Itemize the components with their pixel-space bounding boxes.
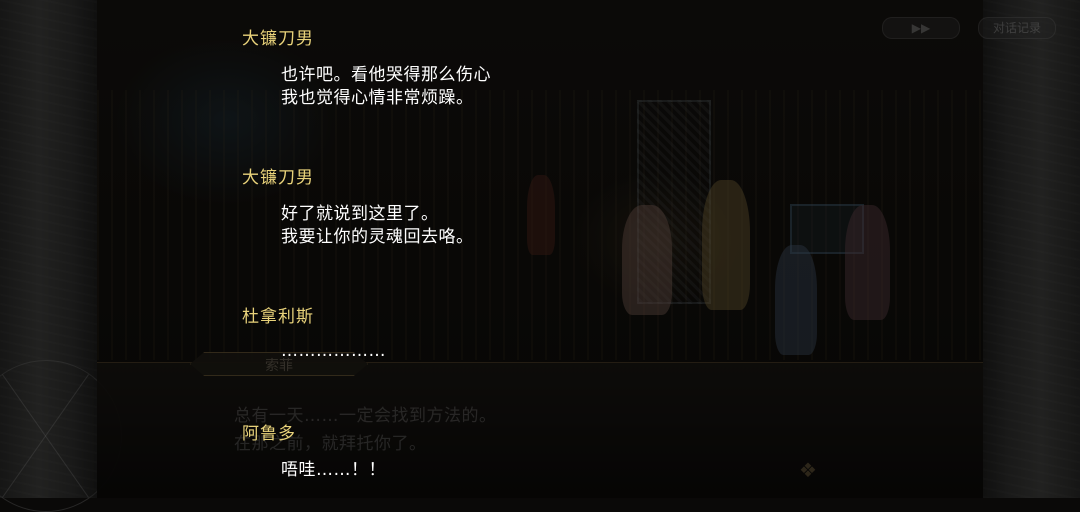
log-entry-speaker: 大镰刀男	[242, 29, 314, 49]
log-entry-text: 好了就说到这里了。 我要让你的灵魂回去咯。	[281, 204, 474, 247]
log-entry-text: ………………	[281, 341, 386, 361]
dialog-log-list[interactable]: 大镰刀男 也许吧。看他哭得那么伤心 我也觉得心情非常烦躁。 大镰刀男 好了就说到…	[0, 0, 1080, 498]
log-entry-speaker: 杜拿利斯	[242, 307, 314, 327]
log-entry-speaker: 阿鲁多	[242, 424, 296, 444]
log-entry-speaker: 大镰刀男	[242, 168, 314, 188]
log-entry-text: 唔哇……！！	[281, 460, 386, 480]
log-entry-text: 也许吧。看他哭得那么伤心 我也觉得心情非常烦躁。	[281, 65, 491, 108]
